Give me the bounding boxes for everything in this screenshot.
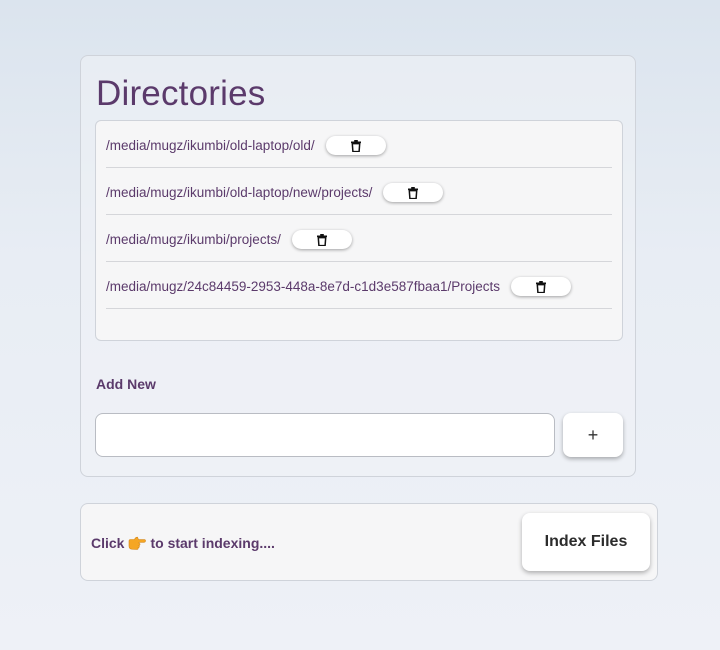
instruction-text-start: Click: [91, 535, 125, 551]
directory-path: /media/mugz/ikumbi/old-laptop/new/projec…: [106, 185, 373, 200]
directory-list: /media/mugz/ikumbi/old-laptop/old/ /medi…: [95, 120, 623, 341]
delete-directory-button[interactable]: [383, 183, 444, 202]
trash-icon: [350, 139, 361, 152]
pointing-right-icon: [128, 536, 147, 550]
index-files-button[interactable]: Index Files: [522, 513, 650, 571]
directories-panel: Directories /media/mugz/ikumbi/old-lapto…: [80, 55, 636, 477]
directory-path: /media/mugz/ikumbi/projects/: [106, 232, 281, 247]
indexing-panel: Click to start indexing.... Index Files: [80, 503, 658, 581]
list-item: /media/mugz/ikumbi/old-laptop/old/: [106, 121, 612, 168]
add-directory-button[interactable]: +: [563, 413, 623, 457]
list-item: /media/mugz/24c84459-2953-448a-8e7d-c1d3…: [106, 262, 612, 309]
instruction-text-end: to start indexing....: [150, 535, 275, 551]
trash-icon: [408, 186, 419, 199]
panel-title: Directories: [96, 74, 266, 113]
indexing-instruction: Click to start indexing....: [91, 535, 275, 551]
directory-path: /media/mugz/24c84459-2953-448a-8e7d-c1d3…: [106, 279, 501, 294]
delete-directory-button[interactable]: [291, 230, 352, 249]
trash-icon: [536, 280, 547, 293]
list-item: /media/mugz/ikumbi/projects/: [106, 215, 612, 262]
delete-directory-button[interactable]: [511, 277, 572, 296]
delete-directory-button[interactable]: [325, 136, 386, 155]
new-directory-input[interactable]: [95, 413, 555, 457]
trash-icon: [316, 233, 327, 246]
list-item: /media/mugz/ikumbi/old-laptop/new/projec…: [106, 168, 612, 215]
directory-path: /media/mugz/ikumbi/old-laptop/old/: [106, 138, 315, 153]
add-new-label: Add New: [96, 376, 156, 392]
